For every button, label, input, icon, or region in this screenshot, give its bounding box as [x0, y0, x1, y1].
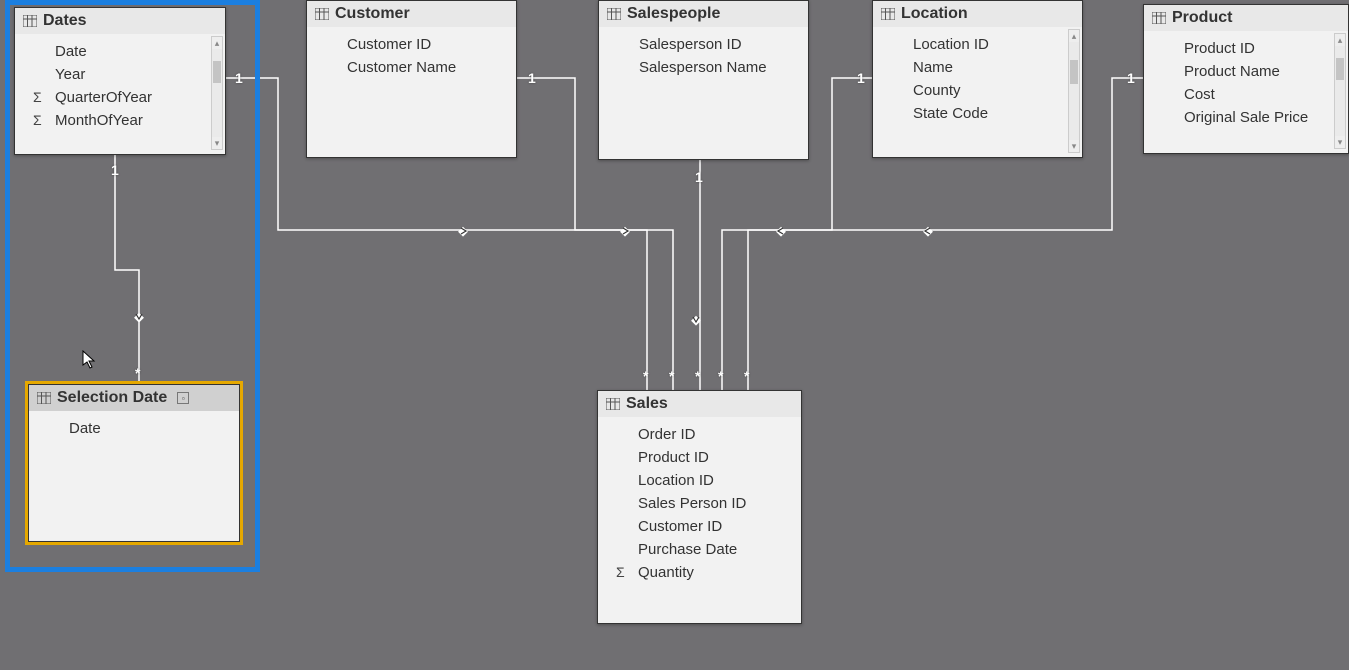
field-item[interactable]: Order ID — [598, 423, 801, 446]
fields-list: Date — [29, 411, 239, 446]
field-item[interactable]: Product ID — [1144, 37, 1348, 60]
field-item[interactable]: Salesperson ID — [599, 33, 808, 56]
scroll-thumb[interactable] — [1336, 58, 1344, 80]
scroll-thumb[interactable] — [213, 61, 221, 83]
field-item[interactable]: State Code — [873, 102, 1082, 125]
table-header-dates[interactable]: Dates — [15, 8, 225, 34]
field-item[interactable]: Location ID — [873, 33, 1082, 56]
field-item[interactable]: Year — [15, 63, 225, 86]
table-header-location[interactable]: Location — [873, 1, 1082, 27]
table-icon — [881, 8, 895, 20]
field-item[interactable]: Salesperson Name — [599, 56, 808, 79]
scroll-down-icon[interactable]: ▾ — [1069, 140, 1079, 152]
scroll-up-icon[interactable]: ▴ — [1335, 34, 1345, 46]
table-sales[interactable]: Sales Order ID Product ID Location ID Sa… — [597, 390, 802, 624]
table-icon — [23, 15, 37, 27]
field-item[interactable]: Sales Person ID — [598, 492, 801, 515]
table-icon — [315, 8, 329, 20]
scroll-up-icon[interactable]: ▴ — [212, 37, 222, 49]
field-item[interactable]: Date — [29, 417, 239, 440]
cardinality-many: * — [744, 368, 749, 384]
table-header-selection-date[interactable]: Selection Date ▫ — [29, 385, 239, 411]
field-item[interactable]: Product ID — [598, 446, 801, 469]
table-title: Selection Date — [57, 389, 167, 407]
cardinality-many: * — [718, 368, 723, 384]
table-title: Location — [901, 5, 968, 23]
fields-list: Location ID Name County State Code ▴ ▾ — [873, 27, 1082, 155]
fields-list: Product ID Product Name Cost Original Sa… — [1144, 31, 1348, 151]
table-header-customer[interactable]: Customer — [307, 1, 516, 27]
fields-list: Order ID Product ID Location ID Sales Pe… — [598, 417, 801, 590]
field-item[interactable]: Cost — [1144, 83, 1348, 106]
table-icon — [1152, 12, 1166, 24]
cardinality-one: 1 — [1127, 70, 1135, 86]
table-customer[interactable]: Customer Customer ID Customer Name — [306, 0, 517, 158]
cardinality-one: 1 — [111, 162, 119, 178]
field-item[interactable]: Customer ID — [598, 515, 801, 538]
cardinality-many: * — [135, 365, 140, 381]
field-item[interactable]: Customer Name — [307, 56, 516, 79]
cardinality-one: 1 — [695, 169, 703, 185]
table-header-salespeople[interactable]: Salespeople — [599, 1, 808, 27]
table-salespeople[interactable]: Salespeople Salesperson ID Salesperson N… — [598, 0, 809, 160]
calculated-table-icon: ▫ — [177, 392, 189, 404]
fields-list: Date Year QuarterOfYear MonthOfYear ▴ ▾ — [15, 34, 225, 152]
cardinality-many: * — [669, 368, 674, 384]
field-item[interactable]: Date — [15, 40, 225, 63]
cardinality-many: * — [643, 368, 648, 384]
cardinality-one: 1 — [235, 70, 243, 86]
table-selection-date[interactable]: Selection Date ▫ Date — [28, 384, 240, 542]
field-item[interactable]: Location ID — [598, 469, 801, 492]
field-item[interactable]: Product Name — [1144, 60, 1348, 83]
table-icon — [607, 8, 621, 20]
field-item[interactable]: Customer ID — [307, 33, 516, 56]
table-icon — [606, 398, 620, 410]
table-icon — [37, 392, 51, 404]
scrollbar[interactable]: ▴ ▾ — [1334, 33, 1346, 149]
scroll-thumb[interactable] — [1070, 60, 1078, 84]
field-item[interactable]: County — [873, 79, 1082, 102]
scrollbar[interactable]: ▴ ▾ — [211, 36, 223, 150]
table-title: Dates — [43, 12, 87, 30]
field-item[interactable]: Quantity — [598, 561, 801, 584]
cardinality-many: * — [695, 368, 700, 384]
table-product[interactable]: Product Product ID Product Name Cost Ori… — [1143, 4, 1349, 154]
table-title: Salespeople — [627, 5, 720, 23]
table-title: Product — [1172, 9, 1232, 27]
fields-list: Customer ID Customer Name — [307, 27, 516, 85]
table-title: Customer — [335, 5, 410, 23]
fields-list: Salesperson ID Salesperson Name — [599, 27, 808, 85]
field-item[interactable]: MonthOfYear — [15, 109, 225, 132]
table-dates[interactable]: Dates Date Year QuarterOfYear MonthOfYea… — [14, 7, 226, 155]
field-item[interactable]: QuarterOfYear — [15, 86, 225, 109]
field-item[interactable]: Original Sale Price — [1144, 106, 1348, 129]
scroll-down-icon[interactable]: ▾ — [1335, 136, 1345, 148]
table-location[interactable]: Location Location ID Name County State C… — [872, 0, 1083, 158]
table-header-product[interactable]: Product — [1144, 5, 1348, 31]
field-item[interactable]: Name — [873, 56, 1082, 79]
scroll-up-icon[interactable]: ▴ — [1069, 30, 1079, 42]
field-item[interactable]: Purchase Date — [598, 538, 801, 561]
table-title: Sales — [626, 395, 668, 413]
cardinality-one: 1 — [528, 70, 536, 86]
scrollbar[interactable]: ▴ ▾ — [1068, 29, 1080, 153]
mouse-cursor-icon — [82, 350, 98, 375]
cardinality-one: 1 — [857, 70, 865, 86]
scroll-down-icon[interactable]: ▾ — [212, 137, 222, 149]
table-header-sales[interactable]: Sales — [598, 391, 801, 417]
